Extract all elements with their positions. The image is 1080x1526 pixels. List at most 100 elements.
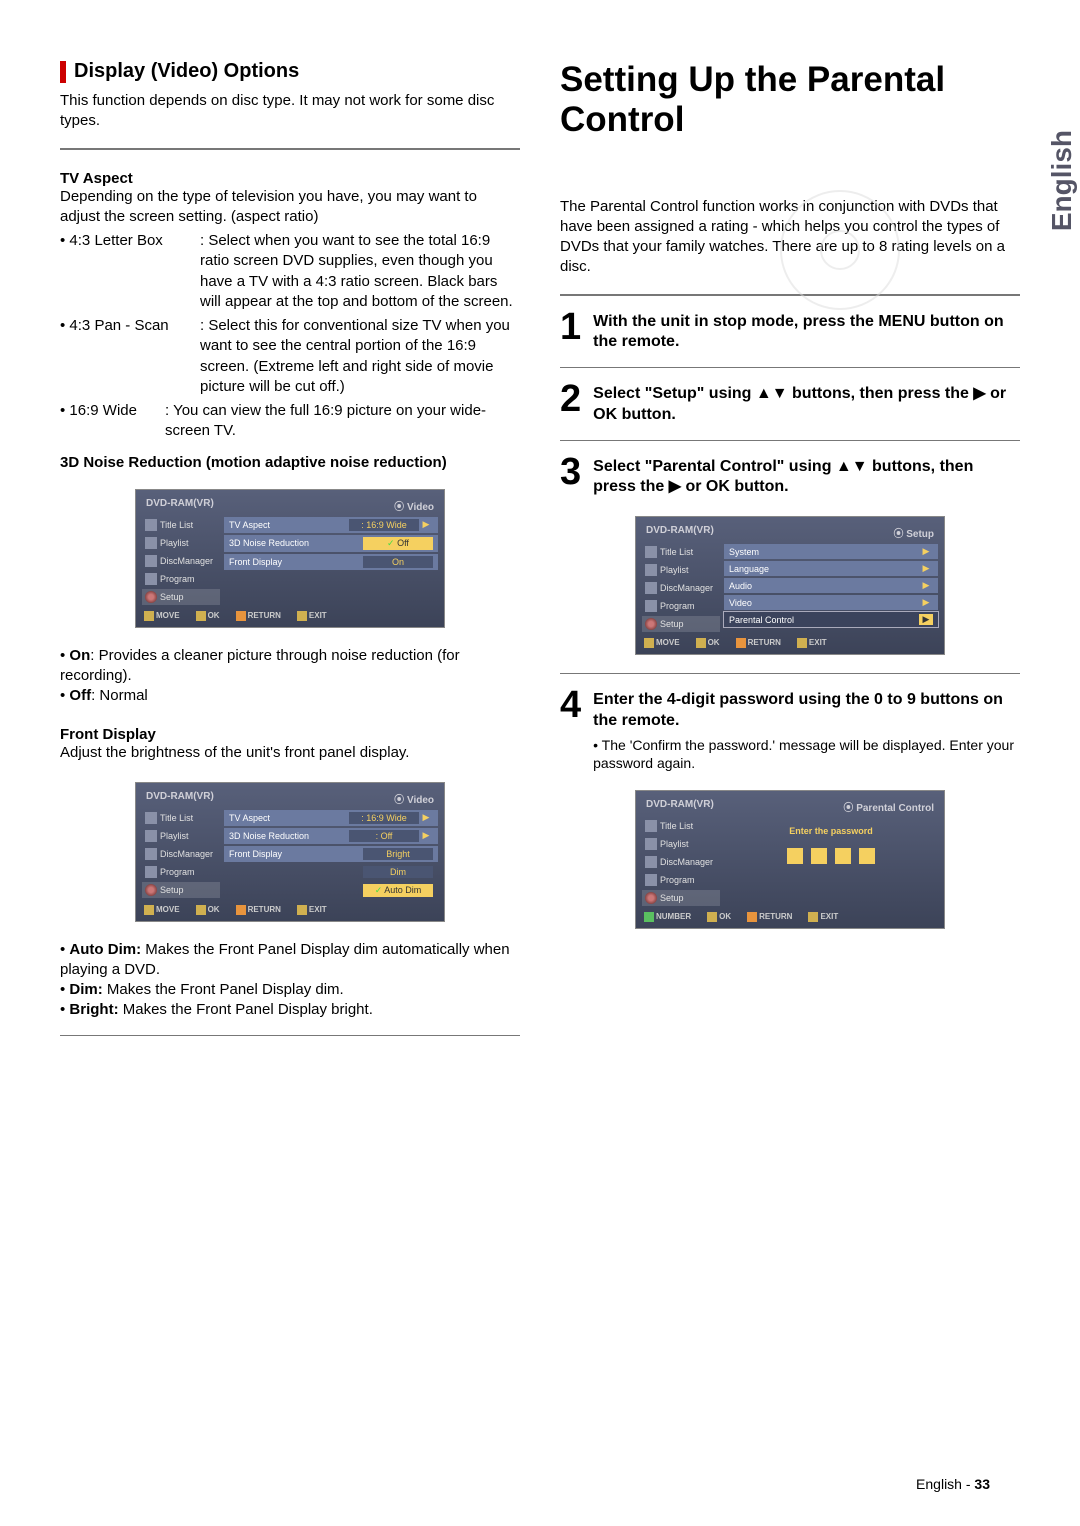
osd-sidebar-program: Program [160, 867, 195, 877]
osd-return: RETURN [248, 611, 281, 620]
tv-aspect-intro: Depending on the type of television you … [60, 187, 520, 228]
step-1: 1 With the unit in stop mode, press the … [560, 310, 1020, 354]
disc-manager-icon [645, 582, 657, 594]
tv-aspect-wide-desc: : You can view the full 16:9 picture on … [165, 401, 520, 442]
right-arrow-icon: ▶ [919, 597, 933, 608]
osd-video-noise-reduction: DVD-RAM(VR)⦿ Video Title List Playlist D… [135, 489, 445, 628]
osd-sidebar-disc-manager: DiscManager [160, 556, 213, 566]
page-title: Setting Up the Parental Control [560, 60, 1020, 141]
osd-exit: EXIT [309, 611, 327, 620]
osd-val-auto-dim: Auto Dim [363, 884, 433, 897]
move-key-icon [144, 905, 154, 915]
program-icon [145, 866, 157, 878]
osd-val-dim: Dim [363, 866, 433, 878]
osd-sidebar-program: Program [660, 875, 695, 885]
return-key-icon [236, 905, 246, 915]
ok-key-icon [696, 638, 706, 648]
osd-move: MOVE [656, 638, 680, 647]
ok-key-icon [196, 611, 206, 621]
osd-sidebar-title-list: Title List [160, 813, 193, 823]
osd-sidebar-title-list: Title List [660, 821, 693, 831]
setup-icon [645, 892, 657, 904]
ok-key-icon [196, 905, 206, 915]
front-display-heading: Front Display [60, 726, 520, 743]
step-text: Select "Parental Control" using ▲▼ butto… [593, 455, 1020, 499]
osd-sidebar-playlist: Playlist [160, 538, 189, 548]
osd-ok: OK [708, 638, 720, 647]
osd-exit: EXIT [820, 912, 838, 921]
step-text: With the unit in stop mode, press the ME… [593, 310, 1020, 354]
playlist-icon [145, 537, 157, 549]
password-digit [811, 848, 827, 864]
osd-return: RETURN [248, 905, 281, 914]
osd-sidebar-setup: Setup [160, 885, 184, 895]
tv-aspect-panscan-desc: : Select this for conventional size TV w… [200, 316, 520, 397]
step-number: 4 [560, 688, 581, 772]
osd-return: RETURN [748, 638, 781, 647]
step-4: 4 Enter the 4-digit password using the 0… [560, 688, 1020, 772]
osd-crumb: Video [407, 795, 434, 806]
title-list-icon [645, 546, 657, 558]
osd-parental-password: DVD-RAM(VR)⦿ Parental Control Title List… [635, 790, 945, 929]
osd-sidebar-setup: Setup [660, 893, 684, 903]
right-arrow-icon: ▶ [919, 614, 933, 625]
osd-sidebar-disc-manager: DiscManager [660, 857, 713, 867]
fd-dim-line: • Dim: Makes the Front Panel Display dim… [60, 980, 520, 1000]
section-intro: This function depends on disc type. It m… [60, 91, 520, 132]
noise-reduction-heading: 3D Noise Reduction (motion adaptive nois… [60, 454, 520, 471]
osd-device: DVD-RAM(VR) [646, 799, 714, 814]
section-accent [60, 61, 66, 83]
password-digit [787, 848, 803, 864]
title-list-icon [145, 519, 157, 531]
step-number: 3 [560, 455, 581, 499]
osd-val-tv-aspect: : 16:9 Wide [349, 519, 419, 531]
setup-icon [645, 618, 657, 630]
osd-move: MOVE [156, 611, 180, 620]
osd-ok: OK [208, 905, 220, 914]
osd-number: NUMBER [656, 912, 691, 921]
osd-sidebar-playlist: Playlist [660, 839, 689, 849]
osd-device: DVD-RAM(VR) [146, 498, 214, 513]
osd-val-off: Off [363, 537, 433, 550]
osd-row-audio: Audio [729, 581, 919, 591]
tv-aspect-panscan-label: • 4:3 Pan - Scan [60, 316, 200, 397]
return-key-icon [747, 912, 757, 922]
osd-crumb: Video [407, 502, 434, 513]
divider [560, 440, 1020, 441]
right-arrow-icon: ▶ [919, 546, 933, 557]
exit-key-icon [297, 905, 307, 915]
divider [60, 148, 520, 150]
title-list-icon [645, 820, 657, 832]
osd-sidebar-program: Program [160, 574, 195, 584]
move-key-icon [144, 611, 154, 621]
password-digit [835, 848, 851, 864]
right-arrow-icon: ▶ [419, 830, 433, 841]
page-number: English - 33 [916, 1476, 990, 1492]
language-tab: English [1046, 130, 1078, 231]
osd-row-language: Language [729, 564, 919, 574]
osd-sidebar-setup: Setup [660, 619, 684, 629]
osd-row-tv-aspect: TV Aspect [229, 520, 349, 530]
osd-ok: OK [208, 611, 220, 620]
osd-exit: EXIT [309, 905, 327, 914]
tv-aspect-heading: TV Aspect [60, 170, 520, 187]
osd-val-tv-aspect: : 16:9 Wide [349, 812, 419, 824]
exit-key-icon [797, 638, 807, 648]
right-arrow-icon: ▶ [919, 580, 933, 591]
playlist-icon [145, 830, 157, 842]
right-arrow-icon: ▶ [419, 519, 433, 530]
step-3: 3 Select "Parental Control" using ▲▼ but… [560, 455, 1020, 499]
osd-sidebar-title-list: Title List [660, 547, 693, 557]
osd-sidebar-playlist: Playlist [660, 565, 689, 575]
osd-row-system: System [729, 547, 919, 557]
ok-key-icon [707, 912, 717, 922]
setup-icon [145, 591, 157, 603]
osd-sidebar-disc-manager: DiscManager [660, 583, 713, 593]
program-icon [645, 600, 657, 612]
number-key-icon [644, 912, 654, 922]
nr-off-line: • Off: Normal [60, 686, 520, 706]
right-arrow-icon: ▶ [419, 812, 433, 823]
disc-manager-icon [145, 555, 157, 567]
step-number: 2 [560, 382, 581, 426]
osd-sidebar-disc-manager: DiscManager [160, 849, 213, 859]
